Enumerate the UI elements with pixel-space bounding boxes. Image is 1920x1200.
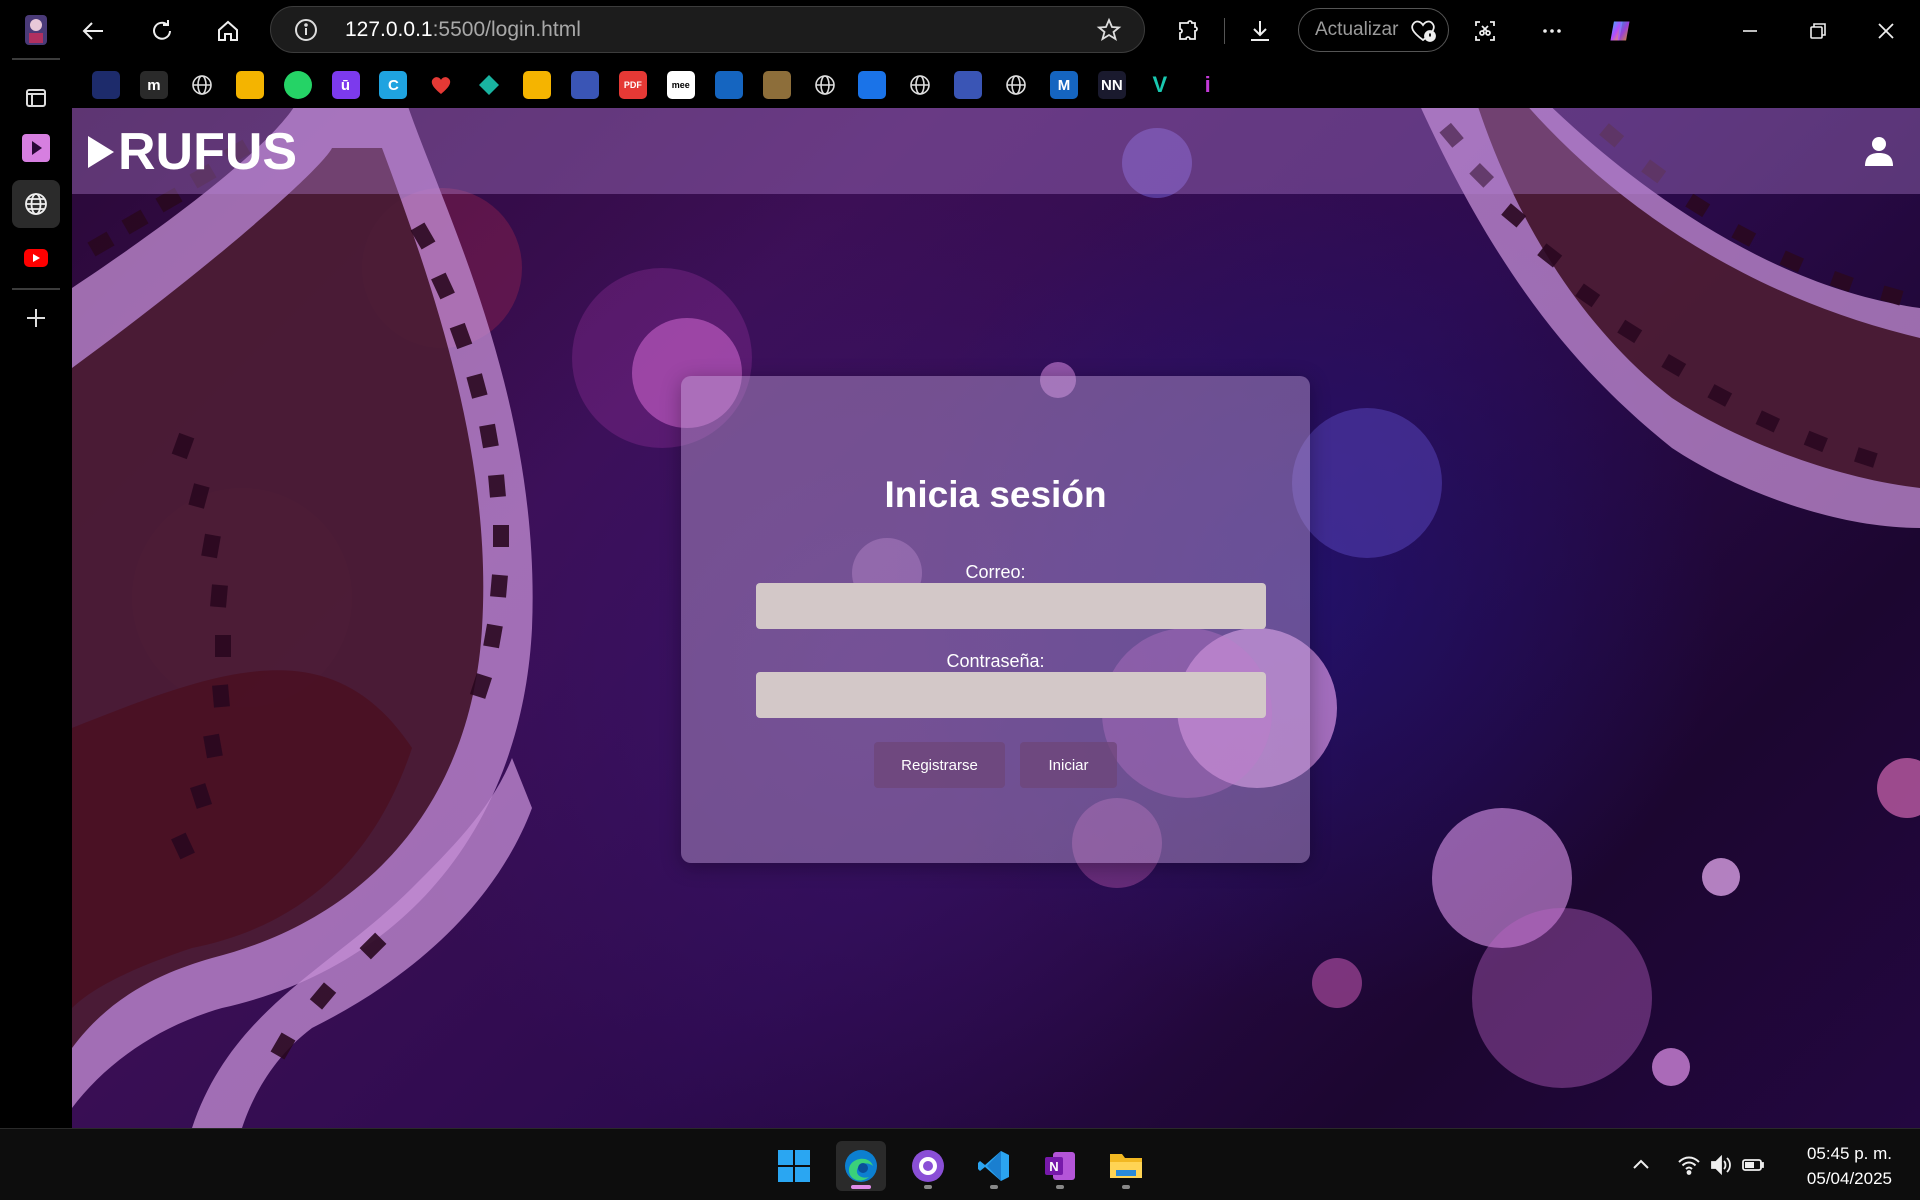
toolbar-divider	[1224, 18, 1225, 44]
svg-text:N: N	[1049, 1159, 1058, 1174]
fav-blue-circle-icon[interactable]	[714, 71, 743, 99]
extensions-icon[interactable]	[1168, 11, 1208, 51]
refresh-button[interactable]	[142, 11, 182, 51]
fav-crest-icon[interactable]	[762, 71, 791, 99]
taskbar-file-explorer[interactable]	[1101, 1141, 1151, 1191]
screen: 127.0.0.1:5500/login.html Actualizar m ū…	[0, 0, 1920, 1200]
favorites-bar: m ū C PDF mee M NN Vi	[72, 62, 1920, 108]
vscode-icon	[978, 1151, 1009, 1181]
tab-actions-icon[interactable]	[12, 74, 60, 122]
page-viewport: RUFUS Inicia sesión Correo: Contraseña: …	[72, 108, 1920, 1128]
running-indicator	[1056, 1185, 1064, 1189]
fav-m-blue-icon[interactable]: M	[1050, 71, 1078, 99]
running-indicator	[990, 1185, 998, 1189]
copilot-icon[interactable]	[1600, 11, 1640, 51]
onenote-icon: N	[1045, 1152, 1075, 1180]
fav-github-icon[interactable]	[1002, 71, 1030, 99]
browser-toolbar: 127.0.0.1:5500/login.html Actualizar	[72, 0, 1920, 62]
windows-taskbar: N 05:45 p. m. 05/04/2025	[0, 1128, 1920, 1200]
active-indicator	[851, 1185, 871, 1189]
tab-youtube-icon[interactable]	[12, 234, 60, 282]
fav-pdf-icon[interactable]: PDF	[618, 71, 647, 99]
restore-button[interactable]	[1798, 11, 1838, 51]
update-heart-icon	[1411, 20, 1436, 42]
sidebar-divider	[12, 288, 60, 290]
register-button[interactable]: Registrarse	[874, 742, 1005, 788]
clock-time: 05:45 p. m.	[1806, 1144, 1892, 1163]
back-button[interactable]	[74, 11, 114, 51]
battery-icon[interactable]	[1740, 1152, 1766, 1178]
more-options-icon[interactable]	[1532, 11, 1572, 51]
url-host: 127.0.0.1	[345, 18, 433, 41]
address-bar[interactable]: 127.0.0.1:5500/login.html	[270, 6, 1145, 53]
browser-sidebar	[0, 0, 72, 1128]
password-input[interactable]	[756, 672, 1266, 718]
fav-whatsapp-icon[interactable]	[283, 71, 312, 99]
login-title: Inicia sesión	[884, 474, 1107, 515]
fav-mee-icon[interactable]: mee	[666, 71, 695, 99]
clock-date: 05/04/2025	[1806, 1169, 1892, 1188]
volume-icon[interactable]	[1708, 1152, 1734, 1178]
fav-shield-icon[interactable]	[92, 71, 120, 99]
minimize-button[interactable]	[1730, 11, 1770, 51]
email-input[interactable]	[756, 583, 1266, 629]
play-logo-icon	[88, 136, 114, 168]
wifi-icon[interactable]	[1676, 1152, 1702, 1178]
login-card: Inicia sesión Correo: Contraseña: Regist…	[681, 376, 1310, 863]
fav-i-icon[interactable]: i	[1194, 71, 1222, 99]
fav-globe-2-icon[interactable]	[906, 71, 934, 99]
fav-nn-icon[interactable]: NN	[1097, 71, 1126, 99]
favorite-star-icon[interactable]	[1096, 17, 1122, 43]
home-button[interactable]	[208, 11, 248, 51]
taskbar-edge[interactable]	[836, 1141, 886, 1191]
fav-wizard-2-icon[interactable]	[954, 71, 983, 99]
new-tab-plus-icon[interactable]	[12, 294, 60, 342]
taskbar-vscode[interactable]	[969, 1141, 1019, 1191]
fav-v-icon[interactable]: V	[1146, 71, 1174, 99]
url-path: :5500/login.html	[432, 18, 581, 41]
fav-diamond-icon[interactable]	[475, 71, 503, 99]
github-icon	[912, 1150, 944, 1182]
site-logo[interactable]: RUFUS	[86, 122, 297, 182]
screenshot-icon[interactable]	[1465, 11, 1505, 51]
profile-avatar[interactable]	[12, 6, 60, 54]
update-button[interactable]: Actualizar	[1298, 8, 1449, 52]
password-label: Contraseña:	[946, 651, 1045, 671]
fav-classroom-icon[interactable]	[235, 71, 264, 99]
fav-u-icon[interactable]: ū	[331, 71, 360, 99]
fav-globe-1-icon[interactable]	[188, 71, 216, 99]
site-header: RUFUS	[72, 108, 1920, 194]
fav-docs-icon[interactable]	[858, 71, 887, 99]
fav-wizard-1-icon[interactable]	[571, 71, 599, 99]
update-label: Actualizar	[1315, 19, 1399, 40]
url-text[interactable]: 127.0.0.1:5500/login.html	[345, 18, 581, 42]
sidebar-divider	[12, 58, 60, 60]
tab-globe-icon[interactable]	[12, 180, 60, 228]
taskbar-github-desktop[interactable]	[903, 1141, 953, 1191]
email-label: Correo:	[965, 562, 1026, 582]
close-button[interactable]	[1866, 11, 1906, 51]
tab-play-icon[interactable]	[12, 124, 60, 172]
fav-m-icon[interactable]: m	[139, 71, 168, 99]
site-info-icon[interactable]	[293, 17, 319, 43]
start-button[interactable]	[769, 1141, 819, 1191]
fav-canva-icon[interactable]: C	[379, 71, 408, 99]
running-indicator	[1122, 1185, 1130, 1189]
user-account-icon[interactable]	[1862, 134, 1896, 168]
running-indicator	[924, 1185, 932, 1189]
taskbar-onenote[interactable]: N	[1035, 1141, 1085, 1191]
downloads-icon[interactable]	[1240, 11, 1280, 51]
show-hidden-icons-chevron-up-icon[interactable]	[1628, 1152, 1654, 1178]
fav-grid-icon[interactable]	[811, 71, 839, 99]
login-button[interactable]: Iniciar	[1020, 742, 1117, 788]
fav-book-icon[interactable]	[523, 71, 552, 99]
system-clock[interactable]: 05:45 p. m. 05/04/2025	[1807, 1141, 1892, 1191]
brand-name: RUFUS	[118, 123, 298, 181]
folder-icon	[1110, 1154, 1142, 1178]
edge-icon	[845, 1150, 877, 1182]
fav-heart-icon[interactable]	[427, 71, 455, 99]
